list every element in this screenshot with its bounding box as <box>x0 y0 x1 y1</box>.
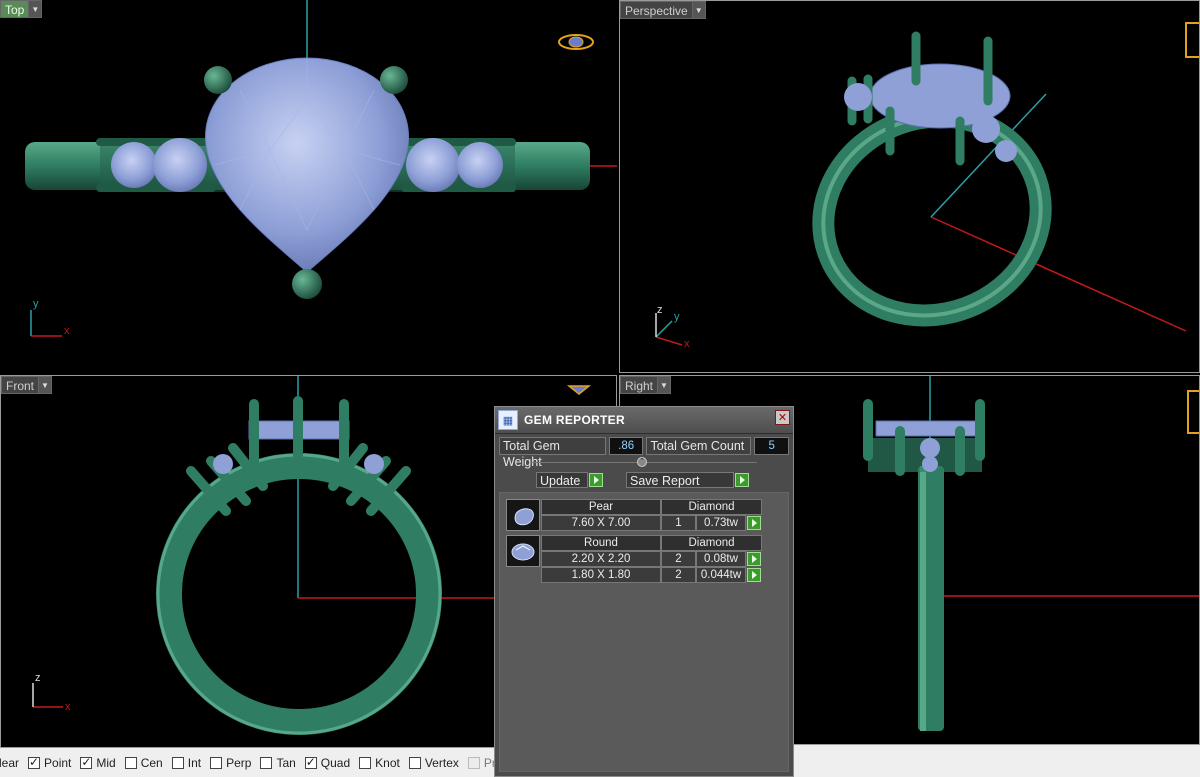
update-button[interactable]: Update <box>536 472 588 488</box>
total-gem-count-label: Total Gem Count <box>646 437 752 455</box>
snap-label: Knot <box>375 755 400 770</box>
gem-weight: 0.08tw <box>696 551 746 567</box>
dropdown-arrow-icon[interactable]: ▼ <box>692 1 706 19</box>
top-view-model <box>25 0 617 337</box>
round-gem-thumbnail-icon <box>506 535 540 567</box>
checkbox[interactable] <box>210 756 223 769</box>
checkbox[interactable] <box>304 755 317 769</box>
view-cube-icon <box>1187 390 1199 434</box>
total-gem-count-value: 5 <box>754 437 789 455</box>
snap-item-perp[interactable]: Perp <box>210 756 251 770</box>
viewport-top[interactable]: Top ▼ x y <box>0 0 617 373</box>
action-buttons: Update Save Report <box>495 472 793 490</box>
checkbox[interactable] <box>80 755 93 769</box>
viewport-title-label: Front <box>1 376 40 394</box>
checkbox[interactable] <box>124 756 137 769</box>
gem-shape: Pear <box>541 499 661 515</box>
pear-gem-thumbnail-icon <box>506 499 540 531</box>
checkbox[interactable] <box>467 756 480 769</box>
snap-label: Cen <box>140 755 163 770</box>
snap-item-knot[interactable]: Knot <box>359 756 400 770</box>
dropdown-arrow-icon[interactable]: ▼ <box>29 0 43 18</box>
gem-material: Diamond <box>661 499 762 515</box>
panel-titlebar[interactable]: ▦ GEM REPORTER ✕ <box>495 407 793 434</box>
gem-reporter-icon: ▦ <box>498 410 518 430</box>
view-cube-icon <box>558 34 594 50</box>
total-gem-weight-label: Total Gem Weight <box>499 437 606 469</box>
save-report-button[interactable]: Save Report <box>626 472 734 488</box>
viewport-title-front[interactable]: Front ▼ <box>1 376 53 394</box>
perspective-view-model <box>655 22 1199 346</box>
viewport-title-perspective[interactable]: Perspective ▼ <box>620 1 706 19</box>
dropdown-arrow-icon[interactable]: ▼ <box>658 376 672 394</box>
gem-shape: Round <box>541 535 661 551</box>
gem-weight: 0.044tw <box>696 567 746 583</box>
snap-label: Point <box>44 755 72 770</box>
viewport-title-top[interactable]: Top ▼ <box>0 0 43 18</box>
checkbox[interactable] <box>171 756 184 769</box>
snap-label: Vertex <box>424 755 459 770</box>
snap-item-cen[interactable]: Cen <box>124 755 163 770</box>
axis-label-z: z <box>35 672 41 684</box>
snap-label: Tan <box>276 755 296 770</box>
gem-size: 2.20 X 2.20 <box>541 551 661 567</box>
snap-label: lear <box>0 755 20 770</box>
total-gem-weight-value: .86 <box>608 437 644 455</box>
gem-weight: 0.73tw <box>696 515 746 531</box>
viewport-title-label: Perspective <box>620 1 693 19</box>
snap-label: Mid <box>96 755 116 770</box>
gem-material: Diamond <box>661 535 762 551</box>
gem-size: 1.80 X 1.80 <box>541 567 661 583</box>
checkbox[interactable] <box>28 755 41 769</box>
snap-label: Quad <box>320 755 351 770</box>
viewport-title-label: Right <box>620 376 659 394</box>
viewport-title-label: Top <box>0 0 30 18</box>
gem-count: 2 <box>661 551 696 567</box>
axis-label-y: y <box>674 311 680 323</box>
snap-label: Perp <box>226 755 252 770</box>
view-cube-icon <box>566 385 592 395</box>
snap-item-int[interactable]: Int <box>171 755 202 770</box>
snap-item-mid[interactable]: Mid <box>80 755 116 770</box>
panel-title: GEM REPORTER <box>524 413 625 427</box>
gem-size: 7.60 X 7.00 <box>541 515 661 531</box>
totals-row: Total Gem Weight .86 Total Gem Count 5 <box>499 437 789 469</box>
checkbox[interactable] <box>260 756 273 769</box>
gem-row-go-icon[interactable] <box>747 552 761 566</box>
gem-list: Pear Diamond 7.60 X 7.00 1 0.73tw Round … <box>499 492 789 772</box>
gem-count: 2 <box>661 567 696 583</box>
axis-label-y: y <box>33 298 39 310</box>
snap-item-clear: lear <box>0 756 19 770</box>
osnap-bar: lear Point Mid Cen Int Perp Tan Quad Kno… <box>0 748 521 777</box>
axis-label-x: x <box>64 325 70 337</box>
close-button[interactable]: ✕ <box>775 410 790 425</box>
snap-label: Int <box>187 755 202 770</box>
snap-item-tan[interactable]: Tan <box>260 755 296 770</box>
collapse-toggle-icon[interactable]: ⌃ <box>637 457 647 467</box>
dropdown-arrow-icon[interactable]: ▼ <box>39 376 53 394</box>
view-cube-icon <box>1185 22 1199 58</box>
snap-item-point[interactable]: Point <box>28 755 72 770</box>
snap-item-quad[interactable]: Quad <box>304 755 351 770</box>
snap-item-vertex[interactable]: Vertex <box>408 755 459 770</box>
gem-row-go-icon[interactable] <box>747 516 761 530</box>
checkbox[interactable] <box>408 756 421 769</box>
axis-label-x: x <box>684 338 690 350</box>
save-report-go-icon[interactable] <box>735 473 749 487</box>
gem-row-go-icon[interactable] <box>747 568 761 582</box>
viewport-title-right[interactable]: Right ▼ <box>620 376 672 394</box>
axis-label-z: z <box>657 304 663 316</box>
checkbox[interactable] <box>359 756 372 769</box>
axis-label-x: x <box>65 701 71 713</box>
statusbar-right <box>794 745 1200 777</box>
update-go-icon[interactable] <box>589 473 603 487</box>
viewport-perspective[interactable]: Perspective ▼ x y z <box>619 0 1200 373</box>
gem-count: 1 <box>661 515 696 531</box>
gem-reporter-panel[interactable]: ▦ GEM REPORTER ✕ Total Gem Weight .86 To… <box>494 406 794 777</box>
